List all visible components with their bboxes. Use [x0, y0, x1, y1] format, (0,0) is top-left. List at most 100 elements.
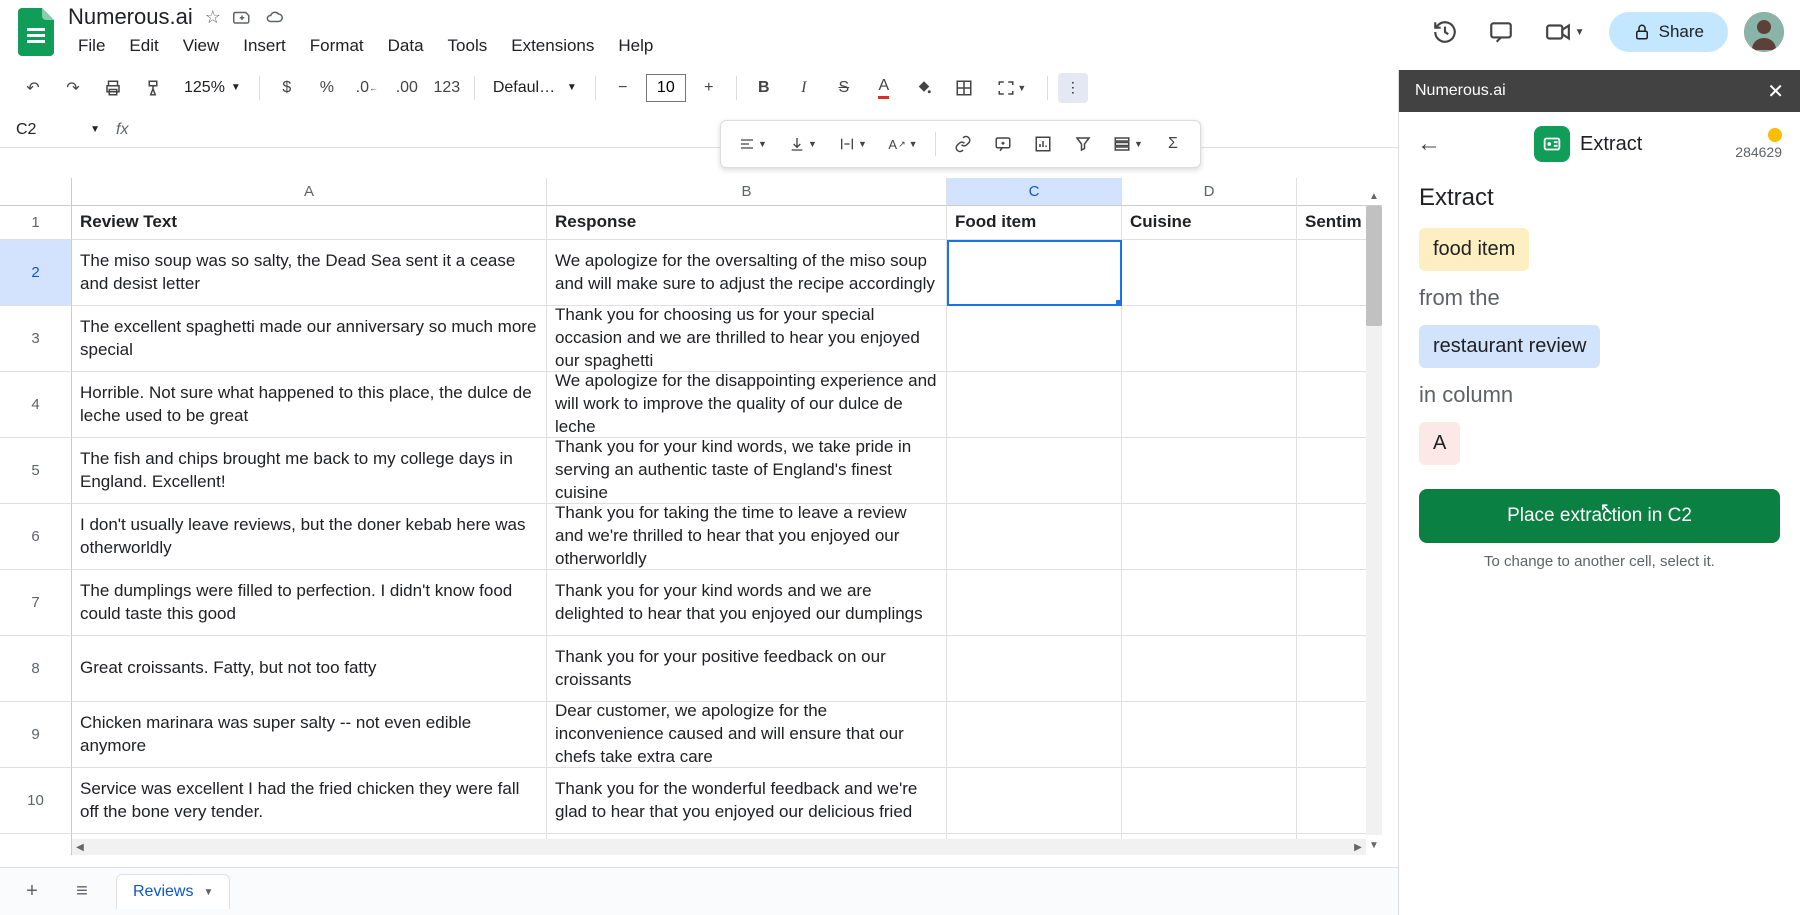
row-header-6[interactable]: 6	[0, 504, 72, 570]
align-horizontal-icon[interactable]: ▼	[731, 127, 775, 161]
fill-color-icon[interactable]	[907, 71, 941, 105]
column-header-B[interactable]: B	[547, 178, 947, 206]
all-sheets-icon[interactable]: ≡	[66, 876, 98, 908]
row-header-9[interactable]: 9	[0, 702, 72, 768]
borders-icon[interactable]	[947, 71, 981, 105]
percent-icon[interactable]: %	[310, 71, 344, 105]
account-avatar[interactable]	[1744, 12, 1784, 52]
meet-icon[interactable]: ▼	[1537, 12, 1593, 52]
menu-data[interactable]: Data	[378, 32, 434, 60]
cell-D9[interactable]	[1122, 702, 1297, 768]
cell-C10[interactable]	[947, 768, 1122, 834]
cell-C5[interactable]	[947, 438, 1122, 504]
scroll-up-icon[interactable]: ▲	[1366, 188, 1382, 204]
cell-B7[interactable]: Thank you for your kind words and we are…	[547, 570, 947, 636]
insert-comment-icon[interactable]	[986, 127, 1020, 161]
cell-D6[interactable]	[1122, 504, 1297, 570]
cell-B3[interactable]: Thank you for choosing us for your speci…	[547, 306, 947, 372]
scroll-left-icon[interactable]: ◀	[72, 839, 88, 855]
cell-A2[interactable]: The miso soup was so salty, the Dead Sea…	[72, 240, 547, 306]
cell-D10[interactable]	[1122, 768, 1297, 834]
cell-D4[interactable]	[1122, 372, 1297, 438]
more-formats-icon[interactable]: 123	[430, 71, 464, 105]
menu-help[interactable]: Help	[608, 32, 663, 60]
cell-D2[interactable]	[1122, 240, 1297, 306]
cell-B4[interactable]: We apologize for the disappointing exper…	[547, 372, 947, 438]
text-rotation-icon[interactable]: A↗▼	[881, 127, 925, 161]
print-icon[interactable]	[96, 71, 130, 105]
cell-D3[interactable]	[1122, 306, 1297, 372]
decrease-decimal-icon[interactable]: .0←	[350, 71, 384, 105]
filter-views-icon[interactable]: ▼	[1106, 127, 1150, 161]
cell-C2[interactable]	[947, 240, 1122, 306]
cell-C9[interactable]	[947, 702, 1122, 768]
insert-link-icon[interactable]	[946, 127, 980, 161]
strikethrough-icon[interactable]: S	[827, 71, 861, 105]
cell-B8[interactable]: Thank you for your positive feedback on …	[547, 636, 947, 702]
close-icon[interactable]: ✕	[1767, 79, 1784, 104]
row-header-7[interactable]: 7	[0, 570, 72, 636]
back-icon[interactable]: ←	[1417, 130, 1441, 158]
cell-D8[interactable]	[1122, 636, 1297, 702]
filter-icon[interactable]	[1066, 127, 1100, 161]
row-header-4[interactable]: 4	[0, 372, 72, 438]
spreadsheet-grid[interactable]: ABCD1Review TextResponseFood itemCuisine…	[0, 178, 1382, 855]
cell-A10[interactable]: Service was excellent I had the fried ch…	[72, 768, 547, 834]
row-header-10[interactable]: 10	[0, 768, 72, 834]
menu-insert[interactable]: Insert	[233, 32, 296, 60]
vertical-scrollbar[interactable]: ▲ ▼	[1366, 206, 1382, 835]
column-header-C[interactable]: C	[947, 178, 1122, 206]
scroll-thumb[interactable]	[1366, 206, 1382, 326]
cell-B6[interactable]: Thank you for taking the time to leave a…	[547, 504, 947, 570]
chip-food-item[interactable]: food item	[1419, 228, 1529, 271]
row-header-3[interactable]: 3	[0, 306, 72, 372]
cell-A3[interactable]: The excellent spaghetti made our anniver…	[72, 306, 547, 372]
scroll-right-icon[interactable]: ▶	[1350, 839, 1366, 855]
functions-icon[interactable]: Σ	[1156, 127, 1190, 161]
cell-A5[interactable]: The fish and chips brought me back to my…	[72, 438, 547, 504]
cell-D1[interactable]: Cuisine	[1122, 206, 1297, 240]
horizontal-scrollbar[interactable]: ◀ ▶	[72, 839, 1366, 855]
cell-A1[interactable]: Review Text	[72, 206, 547, 240]
select-all-corner[interactable]	[0, 178, 72, 206]
document-title[interactable]: Numerous.ai	[68, 4, 193, 30]
bold-icon[interactable]: B	[747, 71, 781, 105]
cell-B1[interactable]: Response	[547, 206, 947, 240]
add-sheet-icon[interactable]: +	[16, 876, 48, 908]
menu-view[interactable]: View	[173, 32, 230, 60]
cell-C7[interactable]	[947, 570, 1122, 636]
place-extraction-button[interactable]: Place extraction in C2 ↖	[1419, 489, 1780, 543]
cloud-status-icon[interactable]	[263, 8, 285, 26]
history-icon[interactable]	[1425, 12, 1465, 52]
row-header-2[interactable]: 2	[0, 240, 72, 306]
menu-extensions[interactable]: Extensions	[501, 32, 604, 60]
redo-icon[interactable]: ↷	[56, 71, 90, 105]
scroll-down-icon[interactable]: ▼	[1366, 837, 1382, 853]
sheet-tab-reviews[interactable]: Reviews▼	[116, 874, 230, 909]
cell-C4[interactable]	[947, 372, 1122, 438]
menu-format[interactable]: Format	[300, 32, 374, 60]
merge-cells-icon[interactable]: ▼	[987, 71, 1037, 105]
cell-C3[interactable]	[947, 306, 1122, 372]
decrease-font-icon[interactable]: −	[606, 71, 640, 105]
text-color-icon[interactable]: A	[867, 71, 901, 105]
cell-A7[interactable]: The dumplings were filled to perfection.…	[72, 570, 547, 636]
increase-font-icon[interactable]: +	[692, 71, 726, 105]
menu-file[interactable]: File	[68, 32, 115, 60]
comments-icon[interactable]	[1481, 12, 1521, 52]
currency-icon[interactable]: $	[270, 71, 304, 105]
cell-A8[interactable]: Great croissants. Fatty, but not too fat…	[72, 636, 547, 702]
paint-format-icon[interactable]	[136, 71, 170, 105]
cell-D7[interactable]	[1122, 570, 1297, 636]
star-icon[interactable]: ☆	[205, 7, 221, 28]
name-box[interactable]: C2▼	[8, 121, 108, 139]
cell-A4[interactable]: Horrible. Not sure what happened to this…	[72, 372, 547, 438]
cell-C1[interactable]: Food item	[947, 206, 1122, 240]
sheets-logo-icon[interactable]	[16, 12, 56, 52]
cell-C8[interactable]	[947, 636, 1122, 702]
column-header-A[interactable]: A	[72, 178, 547, 206]
row-header-1[interactable]: 1	[0, 206, 72, 240]
italic-icon[interactable]: I	[787, 71, 821, 105]
row-header-11[interactable]: 11	[0, 834, 72, 855]
toolbar-more-icon[interactable]: ⋮	[1058, 73, 1088, 103]
